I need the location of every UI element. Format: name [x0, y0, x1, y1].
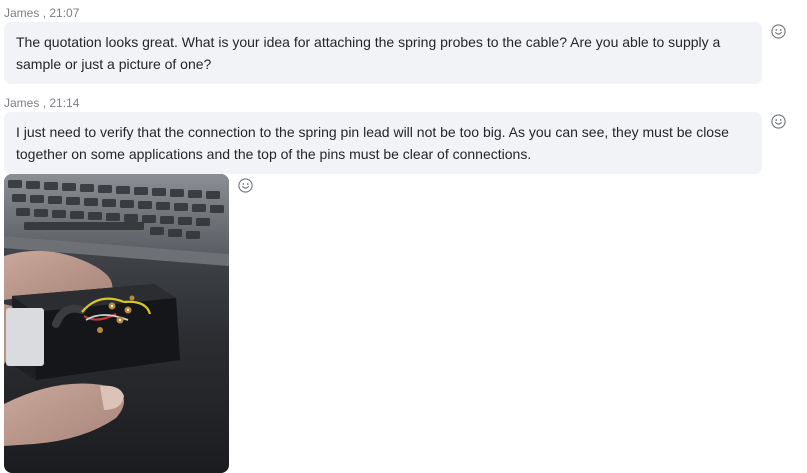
message-meta: James , 21:14: [4, 96, 79, 110]
message-text: I just need to verify that the connectio…: [16, 124, 729, 162]
message-meta: James , 21:07: [4, 6, 79, 20]
smiley-face-icon[interactable]: [771, 24, 786, 39]
smiley-face-icon[interactable]: [238, 178, 253, 193]
attached-photo[interactable]: [4, 174, 229, 473]
message-time: 21:07: [49, 6, 80, 20]
message-text: The quotation looks great. What is your …: [16, 34, 721, 72]
message-bubble[interactable]: The quotation looks great. What is your …: [4, 22, 762, 84]
sender-name: James: [4, 6, 40, 20]
sender-name: James: [4, 96, 40, 110]
meta-separator: ,: [42, 6, 47, 20]
smiley-face-icon[interactable]: [771, 114, 786, 129]
message-time: 21:14: [49, 96, 80, 110]
meta-separator: ,: [42, 96, 47, 110]
message-bubble[interactable]: I just need to verify that the connectio…: [4, 112, 762, 174]
chat-thread: James , 21:07 The quotation looks great.…: [0, 0, 807, 473]
